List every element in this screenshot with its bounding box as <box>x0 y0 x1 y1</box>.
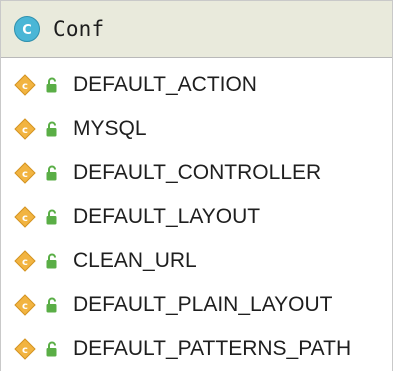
constant-name: DEFAULT_PATTERNS_PATH <box>73 337 352 360</box>
public-lock-icon <box>46 209 57 224</box>
list-item[interactable]: c DEFAULT_PLAIN_LAYOUT <box>1 283 392 327</box>
public-lock-icon <box>46 121 57 136</box>
constant-field-icon: c <box>14 162 36 184</box>
svg-text:c: c <box>22 125 28 136</box>
class-icon-letter: C <box>22 23 32 38</box>
svg-text:c: c <box>22 213 28 224</box>
constant-field-icon: c <box>14 74 36 96</box>
constant-field-icon: c <box>14 118 36 140</box>
class-name: Conf <box>53 17 105 41</box>
list-item[interactable]: c DEFAULT_ACTION <box>1 63 392 107</box>
svg-text:c: c <box>22 169 28 180</box>
constant-field-icon: c <box>14 294 36 316</box>
class-header[interactable]: C Conf <box>1 0 392 58</box>
constant-name: DEFAULT_ACTION <box>73 73 257 96</box>
class-icon: C <box>14 16 40 42</box>
constant-field-icon: c <box>14 250 36 272</box>
public-lock-icon <box>46 297 57 312</box>
list-item[interactable]: c DEFAULT_LAYOUT <box>1 195 392 239</box>
constant-name: DEFAULT_LAYOUT <box>73 205 261 228</box>
constant-field-icon: c <box>14 338 36 360</box>
list-item[interactable]: c DEFAULT_PATTERNS_PATH <box>1 327 392 371</box>
constant-field-icon: c <box>14 206 36 228</box>
svg-text:c: c <box>22 301 28 312</box>
svg-text:c: c <box>22 81 28 92</box>
public-lock-icon <box>46 253 57 268</box>
constant-name: MYSQL <box>73 117 147 140</box>
constant-name: DEFAULT_PLAIN_LAYOUT <box>73 293 333 316</box>
constant-name: DEFAULT_CONTROLLER <box>73 161 322 184</box>
svg-text:c: c <box>22 345 28 356</box>
svg-text:c: c <box>22 257 28 268</box>
list-item[interactable]: c MYSQL <box>1 107 392 151</box>
class-structure-panel: C Conf c DEFAULT_ACTION c MYSQL c DEFAUL… <box>0 0 393 371</box>
list-item[interactable]: c DEFAULT_CONTROLLER <box>1 151 392 195</box>
public-lock-icon <box>46 77 57 92</box>
public-lock-icon <box>46 165 57 180</box>
constant-name: CLEAN_URL <box>73 249 197 272</box>
list-item[interactable]: c CLEAN_URL <box>1 239 392 283</box>
constant-list: c DEFAULT_ACTION c MYSQL c DEFAULT_CONTR… <box>1 58 392 371</box>
public-lock-icon <box>46 341 57 356</box>
